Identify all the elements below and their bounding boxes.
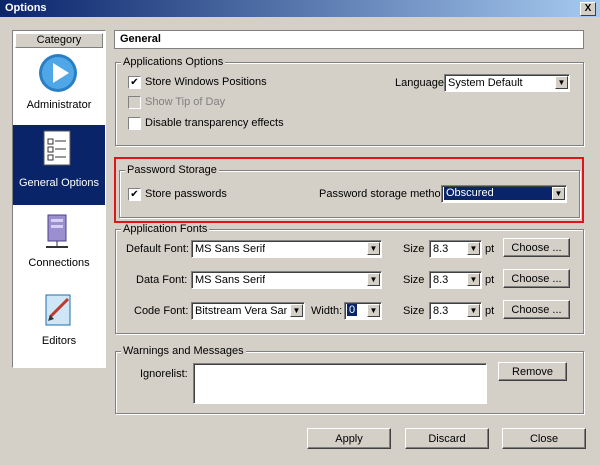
width-select[interactable]: 0 ▼ [344,302,382,320]
language-label: Language: [395,77,447,89]
store-windows-label: Store Windows Positions [145,76,267,88]
category-item-administrator[interactable]: Administrator [13,49,105,125]
category-item-connections[interactable]: Connections [13,207,105,283]
chevron-down-icon[interactable]: ▼ [367,273,380,286]
show-tip-checkbox [128,96,141,109]
code-font-size-select[interactable]: 8.3 ▼ [429,302,482,320]
default-font-select[interactable]: MS Sans Serif ▼ [191,240,382,258]
editor-icon [45,294,71,326]
width-label: Width: [311,305,343,317]
pt-label: pt [485,305,495,317]
remove-button[interactable]: Remove [498,362,567,381]
category-label: Editors [41,335,77,347]
chevron-down-icon[interactable]: ▼ [290,304,303,317]
size-label: Size [403,305,425,317]
group-label: Warnings and Messages [121,345,246,357]
code-font-label: Code Font: [134,305,189,317]
chevron-down-icon[interactable]: ▼ [555,76,568,89]
chevron-down-icon[interactable]: ▼ [467,273,480,286]
data-font-value: MS Sans Serif [195,274,266,286]
checklist-icon [43,130,71,166]
ignorelist-label: Ignorelist: [140,368,188,380]
code-font-size-value: 8.3 [433,305,449,317]
language-select[interactable]: System Default ▼ [444,74,570,92]
code-font-value: Bitstream Vera Sans M [195,305,287,317]
apply-button[interactable]: Apply [307,428,391,449]
ignorelist-textbox[interactable] [193,363,487,404]
language-value: System Default [448,77,523,89]
size-label: Size [403,243,425,255]
default-font-label: Default Font: [126,243,189,255]
server-icon [46,214,68,248]
default-font-size-select[interactable]: 8.3 ▼ [429,240,482,258]
chevron-down-icon[interactable]: ▼ [367,304,380,317]
category-item-editors[interactable]: Editors [13,285,105,361]
data-font-select[interactable]: MS Sans Serif ▼ [191,271,382,289]
code-font-select[interactable]: Bitstream Vera Sans M ▼ [191,302,305,320]
close-button[interactable]: Close [502,428,586,449]
discard-button[interactable]: Discard [405,428,489,449]
default-font-value: MS Sans Serif [195,243,266,255]
disable-transparency-checkbox[interactable] [128,117,141,130]
close-window-button[interactable]: X [580,2,596,16]
choose-data-font-button[interactable]: Choose ... [503,269,570,288]
category-label: Administrator [26,99,92,111]
category-panel: Category Administrator General Options C… [12,30,106,368]
chevron-down-icon[interactable]: ▼ [467,304,480,317]
data-font-size-value: 8.3 [433,274,449,286]
choose-code-font-button[interactable]: Choose ... [503,300,570,319]
data-font-label: Data Font: [136,274,188,286]
play-icon [39,54,77,92]
width-value: 0 [347,304,358,316]
data-font-size-select[interactable]: 8.3 ▼ [429,271,482,289]
chevron-down-icon[interactable]: ▼ [367,242,380,255]
size-label: Size [403,274,425,286]
page-title: General [120,33,161,45]
group-label: Application Fonts [121,223,210,235]
window-title: Options [5,2,47,14]
category-header: Category [15,33,103,48]
default-font-size-value: 8.3 [433,243,449,255]
choose-default-font-button[interactable]: Choose ... [503,238,570,257]
highlight-box [114,157,584,223]
store-windows-checkbox[interactable]: ✔ [128,76,141,89]
title-bar: Options X [0,0,600,17]
category-item-general-options[interactable]: General Options [13,125,105,205]
pt-label: pt [485,274,495,286]
category-label: General Options [18,177,100,189]
show-tip-label: Show Tip of Day [145,96,226,108]
pt-label: pt [485,243,495,255]
disable-transparency-label: Disable transparency effects [145,117,284,129]
page-title-box: General [114,30,584,49]
chevron-down-icon[interactable]: ▼ [467,242,480,255]
category-label: Connections [28,257,90,269]
group-label: Applications Options [121,56,226,68]
